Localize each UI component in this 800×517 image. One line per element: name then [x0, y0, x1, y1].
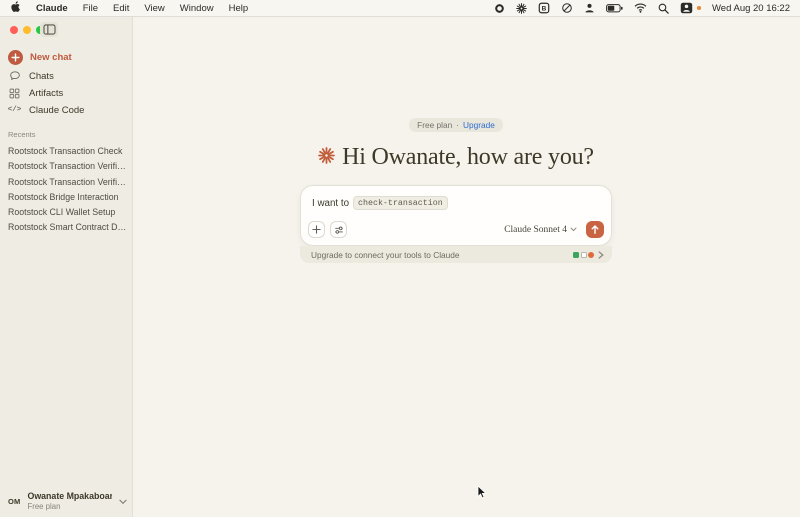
- recent-chat-item[interactable]: Rootstock Smart Contract Deploy...: [8, 220, 129, 235]
- tools-sliders-button[interactable]: [330, 221, 347, 238]
- plan-badge-separator: ·: [456, 120, 459, 130]
- avatar: OM: [8, 497, 20, 506]
- command-chip[interactable]: check-transaction: [353, 196, 448, 210]
- green-app-icon: [573, 252, 579, 258]
- connect-tools-text: Upgrade to connect your tools to Claude: [311, 250, 573, 260]
- menu-app-name[interactable]: Claude: [36, 3, 68, 14]
- battery-icon[interactable]: [606, 4, 623, 13]
- menu-help[interactable]: Help: [229, 3, 249, 14]
- recent-chat-item[interactable]: Rootstock CLI Wallet Setup: [8, 205, 129, 220]
- model-selector[interactable]: Claude Sonnet 4: [504, 225, 577, 235]
- composer-toolbar: Claude Sonnet 4: [308, 221, 604, 238]
- menu-window[interactable]: Window: [180, 3, 214, 14]
- artifacts-grid-icon: [8, 88, 21, 99]
- plus-circle-icon: [8, 50, 23, 65]
- recent-chat-item[interactable]: Rootstock Transaction Verification: [8, 175, 129, 190]
- plan-badge-plan: Free plan: [417, 120, 452, 130]
- user-name: Owanate Mpakaboari A...: [27, 491, 112, 501]
- claude-menubar-icon[interactable]: [516, 3, 527, 14]
- new-chat-label: New chat: [30, 52, 72, 63]
- sidebar-toggle-button[interactable]: [40, 22, 58, 37]
- sidebar-item-chats[interactable]: Chats: [8, 68, 54, 84]
- user-silhouette-icon[interactable]: [584, 2, 595, 14]
- menu-bar: Claude File Edit View Window Help B: [0, 0, 800, 17]
- plan-badge-row: Free plan · Upgrade: [300, 118, 612, 132]
- minimize-window-button[interactable]: [23, 26, 31, 34]
- composer-card[interactable]: I want to check-transaction Claude Sonne…: [300, 185, 612, 246]
- composer-input[interactable]: I want to check-transaction: [312, 196, 600, 210]
- plus-icon: [312, 225, 321, 234]
- gray-app-icon: [581, 252, 587, 258]
- menu-view[interactable]: View: [144, 3, 164, 14]
- sidebar: New chat Chats Artifacts </> Claude Code…: [0, 17, 133, 517]
- recent-chat-item[interactable]: Rootstock Transaction Verification: [8, 159, 129, 174]
- upgrade-link[interactable]: Upgrade: [463, 120, 495, 130]
- chevron-down-icon: [119, 492, 127, 510]
- sidebar-item-artifacts[interactable]: Artifacts: [8, 85, 63, 101]
- close-window-button[interactable]: [10, 26, 18, 34]
- wifi-icon[interactable]: [634, 3, 647, 13]
- record-circle-icon[interactable]: [494, 3, 505, 14]
- recent-chat-item[interactable]: Rootstock Bridge Interaction: [8, 190, 129, 205]
- menu-file[interactable]: File: [83, 3, 98, 14]
- orange-app-icon: [588, 252, 594, 258]
- sidebar-item-label: Artifacts: [29, 88, 63, 99]
- recents-section-label: Recents: [8, 130, 36, 139]
- sliders-icon: [334, 225, 344, 235]
- user-plan: Free plan: [27, 502, 112, 511]
- apple-icon[interactable]: [10, 0, 21, 16]
- sidebar-item-label: Chats: [29, 71, 54, 82]
- new-chat-button[interactable]: New chat: [8, 50, 72, 65]
- menu-edit[interactable]: Edit: [113, 3, 129, 14]
- chat-bubble-icon: [8, 70, 21, 82]
- sidebar-item-label: Claude Code: [29, 105, 84, 116]
- b-app-icon[interactable]: B: [538, 2, 550, 14]
- menu-bar-clock[interactable]: Wed Aug 20 16:22: [712, 3, 790, 14]
- composer-text-prefix: I want to: [312, 198, 349, 209]
- screen: Claude File Edit View Window Help B: [0, 0, 800, 517]
- greeting-heading: Hi Owanate, how are you?: [342, 144, 594, 171]
- arrow-up-icon: [590, 224, 600, 235]
- window-controls: [10, 26, 44, 34]
- fast-user-switch-icon[interactable]: [680, 2, 693, 14]
- attach-plus-button[interactable]: [308, 221, 325, 238]
- sidebar-toggle-icon: [43, 24, 56, 35]
- connect-tools-banner[interactable]: Upgrade to connect your tools to Claude: [300, 246, 612, 263]
- recents-list: Rootstock Transaction Check Rootstock Tr…: [8, 144, 129, 236]
- slash-circle-icon[interactable]: [561, 2, 573, 14]
- main-content: Free plan · Upgrade Hi Owanate, how are …: [133, 17, 800, 517]
- connector-app-icons: [573, 252, 594, 258]
- menu-bar-status-icons: B Wed Aug 20 16:22: [494, 2, 790, 14]
- plan-badge: Free plan · Upgrade: [409, 118, 503, 132]
- claude-starburst-icon: [318, 147, 335, 169]
- chevron-right-icon: [598, 251, 604, 259]
- recent-chat-item[interactable]: Rootstock Transaction Check: [8, 144, 129, 159]
- send-button[interactable]: [586, 221, 604, 238]
- user-info: Owanate Mpakaboari A... Free plan: [27, 491, 112, 511]
- svg-text:B: B: [542, 6, 547, 13]
- notification-dot: [697, 6, 701, 10]
- chevron-down-icon: [570, 227, 577, 232]
- model-name: Claude Sonnet 4: [504, 225, 567, 235]
- menu-bar-left: Claude File Edit View Window Help: [10, 0, 248, 16]
- sidebar-item-claude-code[interactable]: </> Claude Code: [8, 102, 84, 118]
- code-brackets-icon: </>: [8, 106, 21, 114]
- user-menu[interactable]: OM Owanate Mpakaboari A... Free plan: [8, 491, 127, 511]
- spotlight-search-icon[interactable]: [658, 3, 669, 14]
- greeting-row: Hi Owanate, how are you?: [253, 144, 659, 171]
